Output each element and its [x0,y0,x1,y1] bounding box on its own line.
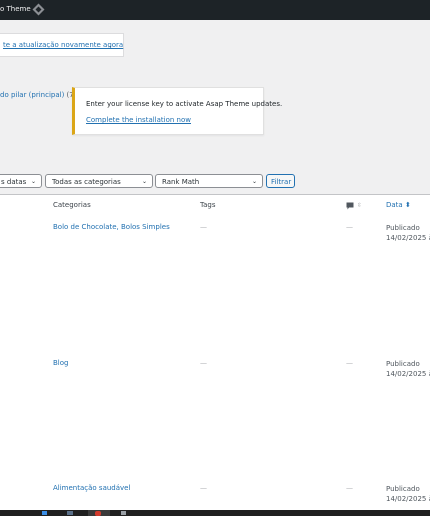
update-notice: te a atualização novamente agora. [0,33,124,57]
table-row: Alimentação saudável — — Publicado 14/02… [0,478,430,511]
row-categories[interactable]: Bolo de Chocolate, Bolos Simples [53,223,170,231]
row-comments: — [346,484,353,492]
rankmath-select[interactable]: Rank Math ⌄ [155,174,263,188]
row-categories[interactable]: Alimentação saudável [53,484,130,492]
row-date: 14/02/2025 às [386,495,430,503]
row-tags: — [200,223,207,231]
taskbar-app-icon[interactable] [67,511,73,515]
row-status: Publicado [386,360,420,368]
row-date: 14/02/2025 às [386,234,430,242]
license-notice: Enter your license key to activate Asap … [72,87,282,135]
admin-bar: o Theme [0,0,430,20]
taskbar-app-icon[interactable] [95,511,101,516]
admin-bar-theme-title[interactable]: o Theme [0,5,31,13]
comment-bubble-icon[interactable] [346,202,354,210]
asap-theme-diamond-icon[interactable] [32,3,45,16]
filter-button-label: Filtrar [271,178,292,186]
table-header: Categorias Tags ⇳ Data ⬍ [0,195,430,217]
chevron-down-icon: ⌄ [141,178,147,185]
sort-arrows-icon: ⬍ [404,201,411,209]
table-row: Blog — — Publicado 14/02/2025 às [0,352,430,479]
row-comments: — [346,223,353,231]
row-tags: — [200,484,207,492]
sort-icon[interactable]: ⇳ [357,202,362,209]
categories-select-value: Todas as categorias [52,178,121,186]
row-date: 14/02/2025 às [386,370,430,378]
taskbar-app-icon[interactable] [42,511,47,515]
tags-column-header: Tags [200,201,216,209]
table-row: Bolo de Chocolate, Bolos Simples — — Pub… [0,216,430,353]
categories-select[interactable]: Todas as categorias ⌄ [45,174,153,188]
chevron-down-icon: ⌄ [251,178,257,185]
chevron-down-icon: ⌄ [30,178,36,185]
complete-installation-link[interactable]: Complete the installation now [86,116,191,124]
taskbar [0,510,430,516]
dates-select[interactable]: s datas ⌄ [0,174,42,188]
license-message: Enter your license key to activate Asap … [86,100,283,108]
filter-button[interactable]: Filtrar [266,174,295,188]
pillar-filter-label[interactable]: do pilar (principal) [0,91,64,99]
row-tags: — [200,359,207,367]
row-status: Publicado [386,224,420,232]
row-comments: — [346,359,353,367]
rankmath-select-value: Rank Math [162,178,200,186]
categories-column-header: Categorias [53,201,91,209]
taskbar-app-icon[interactable] [121,511,126,515]
row-status: Publicado [386,485,420,493]
dates-select-value: s datas [1,178,27,186]
update-again-link[interactable]: te a atualização novamente agora [3,41,123,49]
date-column-header[interactable]: Data ⬍ [386,201,411,209]
row-categories[interactable]: Blog [53,359,68,367]
posts-table: Categorias Tags ⇳ Data ⬍ Bolo de Chocola… [0,194,430,511]
